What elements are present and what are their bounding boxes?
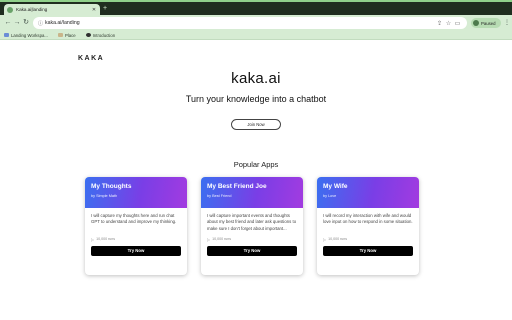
url-text[interactable]: kaka.ai/landing [45,20,435,26]
browser-toolbar: ← → ↻ ⓘ kaka.ai/landing ⇪ ☆ ▭ Paused ⋮ [0,15,512,31]
tab-bar-accent [0,0,512,2]
card-author: by Simple Math [91,194,118,198]
try-now-button[interactable]: Try Now [323,246,413,256]
bookmark-item[interactable]: Introduction [85,32,116,38]
site-logo[interactable]: KAKA [78,55,104,62]
browser-tab[interactable]: Kaka.ai|landing ✕ [4,4,100,15]
run-icon: ▷ [207,236,211,242]
card-description: I will record my interaction with wife a… [323,213,413,225]
close-tab-icon[interactable]: ✕ [91,7,97,13]
card-stats: ▷ 10,000 runs [317,233,419,242]
bookmark-label: Introduction [92,32,116,38]
card-author: by Best Friend [207,194,232,198]
card-banner: My Thoughts by Simple Math [85,177,187,208]
address-bar[interactable]: ⓘ kaka.ai/landing ⇪ ☆ ▭ [33,17,467,29]
app-card[interactable]: My Best Friend Joe by Best Friend I will… [201,177,303,275]
sidebar-icon[interactable]: ▭ [453,20,462,27]
card-description: I will capture my thoughts here and run … [91,213,177,225]
avatar [473,20,479,26]
card-banner: My Best Friend Joe by Best Friend [201,177,303,208]
share-icon[interactable]: ⇪ [435,20,444,27]
site-info-icon[interactable]: ⓘ [38,20,45,27]
card-banner: My Wife by Love [317,177,419,208]
card-title: My Best Friend Joe [207,183,267,190]
bookmark-icon [4,33,9,37]
bookmark-label: Place [64,32,76,38]
section-title: Popular Apps [233,160,279,169]
more-menu-icon[interactable]: ⋮ [503,18,511,28]
profile-button[interactable]: Paused [471,18,501,28]
run-count: 10,000 runs [96,237,116,241]
bookmark-icon [85,33,91,37]
try-now-button[interactable]: Try Now [91,246,181,256]
try-now-button[interactable]: Try Now [207,246,297,256]
browser-tab-bar: Kaka.ai|landing ✕ + [0,0,512,15]
bookmark-item[interactable]: Landing Workspa... [4,33,48,38]
bookmark-label: Landing Workspa... [11,32,48,38]
profile-name: Paused [481,20,496,26]
card-description: I will capture important events and thou… [207,213,297,231]
card-stats: ▷ 10,000 runs [85,233,187,242]
card-author: by Love [323,194,337,198]
tab-title: Kaka.ai|landing [16,7,48,12]
bookmarks-bar: Landing Workspa... Place Introduction [0,31,512,40]
run-count: 10,000 runs [212,237,232,241]
run-count: 10,000 runs [328,237,348,241]
page-subtitle: Turn your knowledge into a chatbot [185,94,327,104]
app-card[interactable]: My Wife by Love I will record my interac… [317,177,419,275]
join-now-button[interactable]: Join Now [231,119,281,130]
tab-favicon-icon [7,6,13,13]
card-stats: ▷ 10,000 runs [201,233,303,242]
reload-icon[interactable]: ↻ [21,18,31,28]
card-title: My Thoughts [91,183,132,190]
new-tab-icon[interactable]: + [103,5,107,13]
app-card[interactable]: My Thoughts by Simple Math I will captur… [85,177,187,275]
folder-icon [57,33,63,37]
page-title: kaka.ai [231,70,281,87]
run-icon: ▷ [323,236,327,242]
bookmark-item[interactable]: Place [57,32,76,38]
card-title: My Wife [323,183,348,190]
run-icon: ▷ [91,236,95,242]
bookmark-star-icon[interactable]: ☆ [444,20,453,27]
